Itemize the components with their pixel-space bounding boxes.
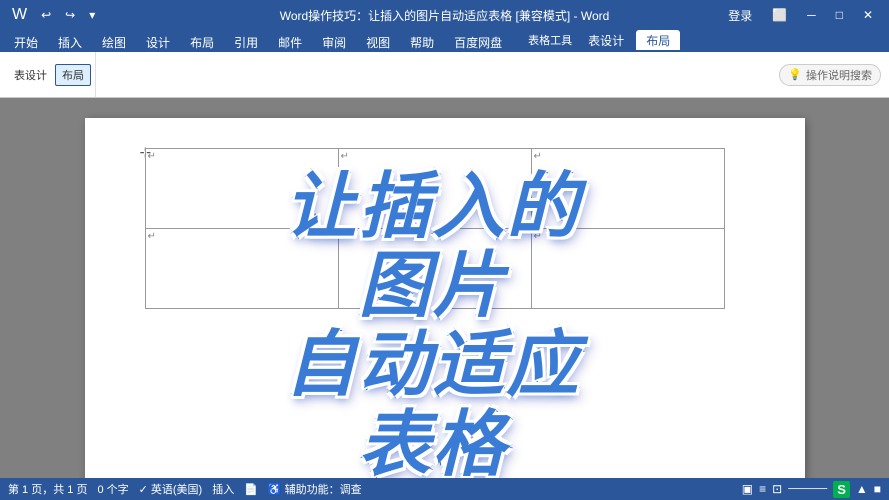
view-icon-2[interactable]: ≡ — [759, 482, 766, 496]
word-table: ↵ ↵ ↵ ↵ ↵ ↵ — [145, 148, 725, 309]
tab-design[interactable]: 设计 — [136, 32, 180, 52]
table-cell[interactable]: ↵ — [531, 229, 724, 309]
cell-return-icon: ↵ — [534, 231, 542, 242]
quick-access-more[interactable]: ▾ — [85, 6, 99, 24]
word-icon: W — [8, 4, 31, 26]
tab-help[interactable]: 帮助 — [400, 32, 444, 52]
tab-mailings[interactable]: 邮件 — [268, 32, 312, 52]
table-row: ↵ ↵ ↵ — [145, 229, 724, 309]
tab-review[interactable]: 审阅 — [312, 32, 356, 52]
table-design-btn[interactable]: 表设计 — [8, 65, 53, 85]
cell-return-icon: ↵ — [341, 151, 349, 162]
login-button[interactable]: 登录 — [720, 5, 760, 26]
accessibility-icon: ♿ — [268, 483, 282, 496]
ribbon-tab-row: 开始 插入 绘图 设计 布局 引用 邮件 审阅 视图 帮助 百度网盘 表格工具 … — [0, 30, 889, 52]
lightbulb-icon: 💡 — [788, 68, 802, 81]
tab-home[interactable]: 开始 — [4, 32, 48, 52]
redo-button[interactable]: ↪ — [61, 6, 79, 24]
title-bar: W ↩ ↪ ▾ Word操作技巧：让插入的图片自动适应表格 [兼容模式] - W… — [0, 0, 889, 30]
zoom-slider[interactable]: ───── — [788, 483, 827, 495]
table-cell[interactable]: ↵ — [145, 229, 338, 309]
table-row: ↵ ↵ ↵ — [145, 149, 724, 229]
window-title: Word操作技巧：让插入的图片自动适应表格 [兼容模式] - Word — [280, 7, 610, 24]
close-button[interactable]: ✕ — [855, 6, 881, 24]
status-right-group: ▣ ≡ ⊡ ───── S ▲ ■ — [742, 481, 881, 498]
accessibility-label[interactable]: ♿ 辅助功能：调查 — [268, 481, 362, 497]
tab-insert[interactable]: 插入 — [48, 32, 92, 52]
char-count: 0 个字 — [97, 481, 128, 497]
tab-references[interactable]: 引用 — [224, 32, 268, 52]
document-area: ⊹ ↵ ↵ ↵ ↵ ↵ ↵ 让插入的图片自动适应表格 ↵ — [0, 98, 889, 478]
language-label: 英语(美国) — [151, 481, 202, 497]
tab-view[interactable]: 视图 — [356, 32, 400, 52]
taskbar-icon-1[interactable]: ▲ — [856, 482, 868, 496]
minimize-button[interactable]: ─ — [799, 6, 824, 24]
view-icon-1[interactable]: ▣ — [742, 482, 753, 496]
insert-mode[interactable]: 插入 — [212, 481, 234, 497]
document-icon: 📄 — [244, 483, 258, 496]
taskbar-icon-2[interactable]: ■ — [874, 482, 881, 496]
table-cell[interactable]: ↵ — [145, 149, 338, 229]
tab-draw[interactable]: 绘图 — [92, 32, 136, 52]
tab-table-design[interactable]: 表设计 — [578, 30, 634, 50]
tab-baidu[interactable]: 百度网盘 — [444, 32, 512, 52]
ribbon-toggle[interactable]: ⬜ — [764, 6, 795, 24]
context-tab-group: 表格工具 表设计 布局 — [528, 30, 684, 52]
ribbon-group-main: 表设计 布局 — [4, 52, 96, 97]
search-label: 操作说明搜索 — [806, 67, 872, 83]
undo-button[interactable]: ↩ — [37, 6, 55, 24]
layout-btn[interactable]: 布局 — [55, 64, 91, 86]
title-bar-left: W ↩ ↪ ▾ — [8, 4, 99, 26]
cell-return-icon: ↵ — [341, 231, 349, 242]
table-tools-label: 表格工具 — [528, 32, 572, 48]
title-bar-controls: 登录 ⬜ ─ □ ✕ — [720, 5, 881, 26]
language-indicator[interactable]: ✓ 英语(美国) — [139, 481, 203, 497]
tab-layout[interactable]: 布局 — [180, 32, 224, 52]
ribbon-command-bar: 表设计 布局 💡 操作说明搜索 — [0, 52, 889, 98]
table-cell[interactable]: ↵ — [338, 149, 531, 229]
table-cell[interactable]: ↵ — [531, 149, 724, 229]
table-cell[interactable]: ↵ — [338, 229, 531, 309]
status-bar: 第 1 页，共 1 页 0 个字 ✓ 英语(美国) 插入 📄 ♿ 辅助功能：调查… — [0, 478, 889, 500]
search-box[interactable]: 💡 操作说明搜索 — [779, 64, 881, 86]
tab-table-layout[interactable]: 布局 — [636, 30, 680, 50]
cell-return-icon: ↵ — [534, 151, 542, 162]
page-count: 第 1 页，共 1 页 — [8, 481, 87, 497]
wps-icon: S — [833, 481, 850, 498]
document-page: ⊹ ↵ ↵ ↵ ↵ ↵ ↵ 让插入的图片自动适应表格 ↵ — [85, 118, 805, 478]
cell-return-icon: ↵ — [148, 151, 156, 162]
view-icon-3[interactable]: ⊡ — [772, 482, 782, 496]
maximize-button[interactable]: □ — [828, 6, 851, 24]
cell-return-icon: ↵ — [148, 231, 156, 242]
check-icon: ✓ — [139, 483, 148, 496]
